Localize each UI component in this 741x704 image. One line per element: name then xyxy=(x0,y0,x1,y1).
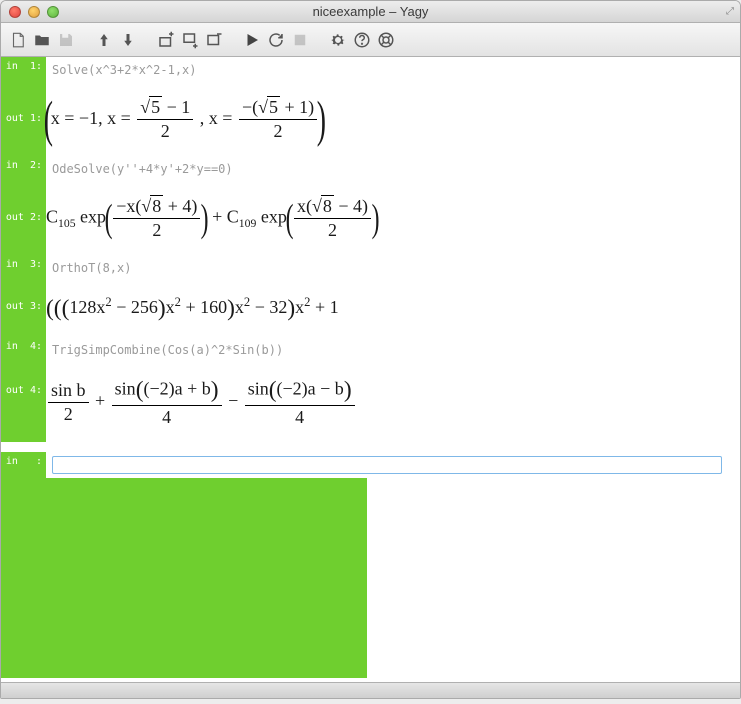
gutter-label: in 2: xyxy=(1,156,46,182)
minimize-icon[interactable] xyxy=(28,6,40,18)
app-window: niceexample – Yagy ⤢ xyxy=(0,0,741,699)
reload-icon[interactable] xyxy=(265,29,287,51)
gutter-label: in : xyxy=(1,452,46,478)
math-output: sin b2 + sin((−2)a + b)4 − sin((−2)a − b… xyxy=(46,363,740,442)
math-output: (((128x2 − 256)x2 + 160)x2 − 32)x2 + 1 xyxy=(46,281,740,336)
gear-icon[interactable] xyxy=(327,29,349,51)
zoom-icon[interactable] xyxy=(47,6,59,18)
gutter-label: out 3: xyxy=(1,281,46,336)
open-file-icon[interactable] xyxy=(31,29,53,51)
cells-column: in 1: Solve(x^3+2*x^2-1,x) out 1: (x = −… xyxy=(1,57,740,682)
cell-out-3: out 3: (((128x2 − 256)x2 + 160)x2 − 32)x… xyxy=(1,281,740,336)
arrow-down-icon[interactable] xyxy=(117,29,139,51)
window-controls xyxy=(9,6,59,18)
save-icon[interactable] xyxy=(55,29,77,51)
statusbar xyxy=(1,682,740,698)
cell-in-4[interactable]: in 4: TrigSimpCombine(Cos(a)^2*Sin(b)) xyxy=(1,337,740,363)
close-icon[interactable] xyxy=(9,6,21,18)
help-icon[interactable] xyxy=(351,29,373,51)
notebook-area: in 1: Solve(x^3+2*x^2-1,x) out 1: (x = −… xyxy=(1,57,740,682)
cell-in-1[interactable]: in 1: Solve(x^3+2*x^2-1,x) xyxy=(1,57,740,83)
cell-in-2[interactable]: in 2: OdeSolve(y''+4*y'+2*y==0) xyxy=(1,156,740,182)
cell-out-1: out 1: (x = −1, x = 5 − 12 , x = −(5 + 1… xyxy=(1,83,740,156)
math-output: (x = −1, x = 5 − 12 , x = −(5 + 1)2) xyxy=(46,83,740,156)
cell-in-3[interactable]: in 3: OrthoT(8,x) xyxy=(1,255,740,281)
gutter-label: in 1: xyxy=(1,57,46,83)
lifebuoy-icon[interactable] xyxy=(375,29,397,51)
gutter-label: out 4: xyxy=(1,363,46,442)
fullscreen-icon[interactable]: ⤢ xyxy=(726,6,734,17)
input-code[interactable]: Solve(x^3+2*x^2-1,x) xyxy=(46,57,740,83)
math-output: C105 exp(−x(8 + 4)2) + C109 exp(x(8 − 4)… xyxy=(46,182,740,255)
toolbar xyxy=(1,23,740,57)
gutter-label: out 1: xyxy=(1,83,46,156)
cell-out-2: out 2: C105 exp(−x(8 + 4)2) + C109 exp(x… xyxy=(1,182,740,255)
gutter-label: in 3: xyxy=(1,255,46,281)
stop-icon[interactable] xyxy=(289,29,311,51)
gutter-fill xyxy=(1,478,367,678)
arrow-up-icon[interactable] xyxy=(93,29,115,51)
titlebar: niceexample – Yagy ⤢ xyxy=(1,1,740,23)
input-code[interactable]: TrigSimpCombine(Cos(a)^2*Sin(b)) xyxy=(46,337,740,363)
gutter-label: in 4: xyxy=(1,337,46,363)
cell-in-active[interactable]: in : xyxy=(1,452,740,478)
window-title: niceexample – Yagy xyxy=(1,4,740,19)
input-code[interactable]: OrthoT(8,x) xyxy=(46,255,740,281)
insert-above-icon[interactable] xyxy=(155,29,177,51)
gutter-label: out 2: xyxy=(1,182,46,255)
input-code[interactable]: OdeSolve(y''+4*y'+2*y==0) xyxy=(46,156,740,182)
run-icon[interactable] xyxy=(241,29,263,51)
cell-out-4: out 4: sin b2 + sin((−2)a + b)4 − sin((−… xyxy=(1,363,740,442)
active-input[interactable] xyxy=(52,456,722,474)
insert-below-icon[interactable] xyxy=(179,29,201,51)
delete-cell-icon[interactable] xyxy=(203,29,225,51)
new-file-icon[interactable] xyxy=(7,29,29,51)
